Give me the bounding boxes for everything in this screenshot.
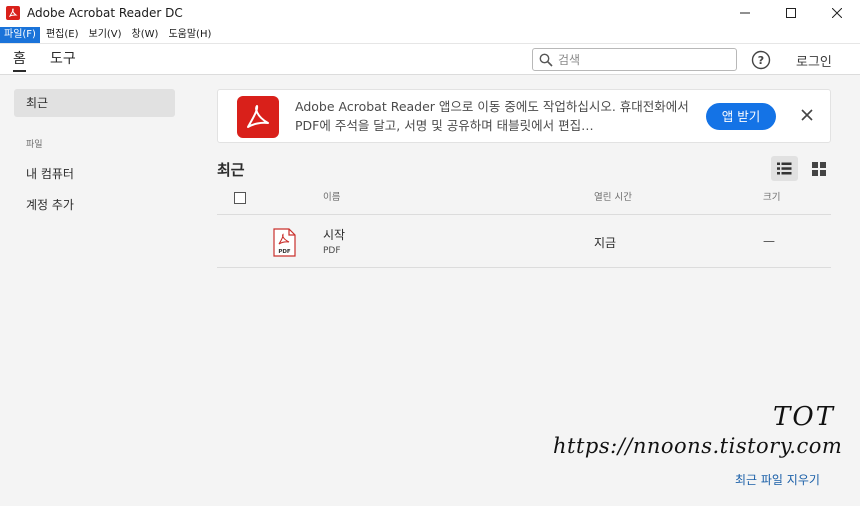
svg-text:PDF: PDF (278, 249, 291, 255)
maximize-button[interactable] (768, 0, 814, 26)
get-app-button[interactable]: 앱 받기 (706, 103, 776, 130)
close-icon (832, 8, 842, 18)
minimize-icon (740, 12, 750, 14)
sidebar-item-add-account[interactable]: 계정 추가 (14, 191, 175, 219)
tab-tools[interactable]: 도구 (50, 48, 76, 72)
column-name[interactable]: 이름 (323, 189, 340, 203)
title-bar: Adobe Acrobat Reader DC (0, 0, 860, 26)
tab-bar: 홈 도구 ? 로그인 (0, 44, 860, 75)
banner-message: Adobe Acrobat Reader 앱으로 이동 중에도 작업하십시오. … (295, 99, 689, 133)
close-icon[interactable] (798, 106, 816, 124)
pdf-file-icon: PDF (273, 228, 296, 257)
acrobat-app-icon (6, 6, 20, 20)
clear-recent-files-link[interactable]: 최근 파일 지우기 (735, 471, 820, 488)
list-view-icon (777, 162, 792, 175)
sidebar-section-files: 파일 (26, 140, 43, 150)
column-size[interactable]: 크기 (763, 189, 780, 203)
login-button[interactable]: 로그인 (796, 51, 832, 70)
list-view-button[interactable] (771, 156, 798, 181)
maximize-icon (786, 8, 796, 18)
select-all-checkbox[interactable] (234, 192, 246, 204)
window-title: Adobe Acrobat Reader DC (27, 6, 183, 20)
file-name: 시작 (323, 228, 346, 242)
column-opened[interactable]: 열린 시간 (594, 189, 632, 203)
table-row[interactable]: PDF 시작 PDF 지금 — (217, 215, 831, 268)
promo-banner: Adobe Acrobat Reader 앱으로 이동 중에도 작업하십시오. … (217, 89, 831, 143)
sidebar-item-recent[interactable]: 최근 (14, 89, 175, 117)
file-opened-time: 지금 (594, 236, 617, 250)
sidebar: 최근 파일 내 컴퓨터 계정 추가 (0, 75, 190, 506)
menu-file[interactable]: 파일(F) (0, 26, 40, 43)
search-box[interactable] (532, 48, 737, 71)
search-icon (539, 53, 553, 67)
menu-window[interactable]: 창(W) (128, 27, 163, 43)
search-input[interactable] (558, 52, 718, 67)
tab-home[interactable]: 홈 (13, 48, 26, 72)
watermark-title: TOT (773, 402, 835, 432)
sidebar-item-my-computer[interactable]: 내 컴퓨터 (14, 160, 175, 188)
help-icon[interactable]: ? (751, 50, 771, 70)
grid-view-button[interactable] (805, 156, 832, 181)
menu-view[interactable]: 보기(V) (85, 27, 126, 43)
file-table-header: 이름 열린 시간 크기 (217, 184, 831, 215)
menu-help[interactable]: 도움말(H) (164, 27, 215, 43)
menu-bar: 파일(F) 편집(E) 보기(V) 창(W) 도움말(H) (0, 26, 860, 44)
watermark-url: https://nnoons.tistory.com (553, 434, 843, 458)
file-type: PDF (323, 246, 341, 256)
close-window-button[interactable] (814, 0, 860, 26)
recent-heading: 최근 (217, 161, 245, 179)
svg-text:?: ? (758, 54, 764, 67)
acrobat-logo-icon (237, 96, 279, 138)
menu-edit[interactable]: 편집(E) (42, 27, 83, 43)
file-size: — (763, 234, 775, 248)
grid-view-icon (811, 161, 826, 176)
minimize-button[interactable] (722, 0, 768, 26)
